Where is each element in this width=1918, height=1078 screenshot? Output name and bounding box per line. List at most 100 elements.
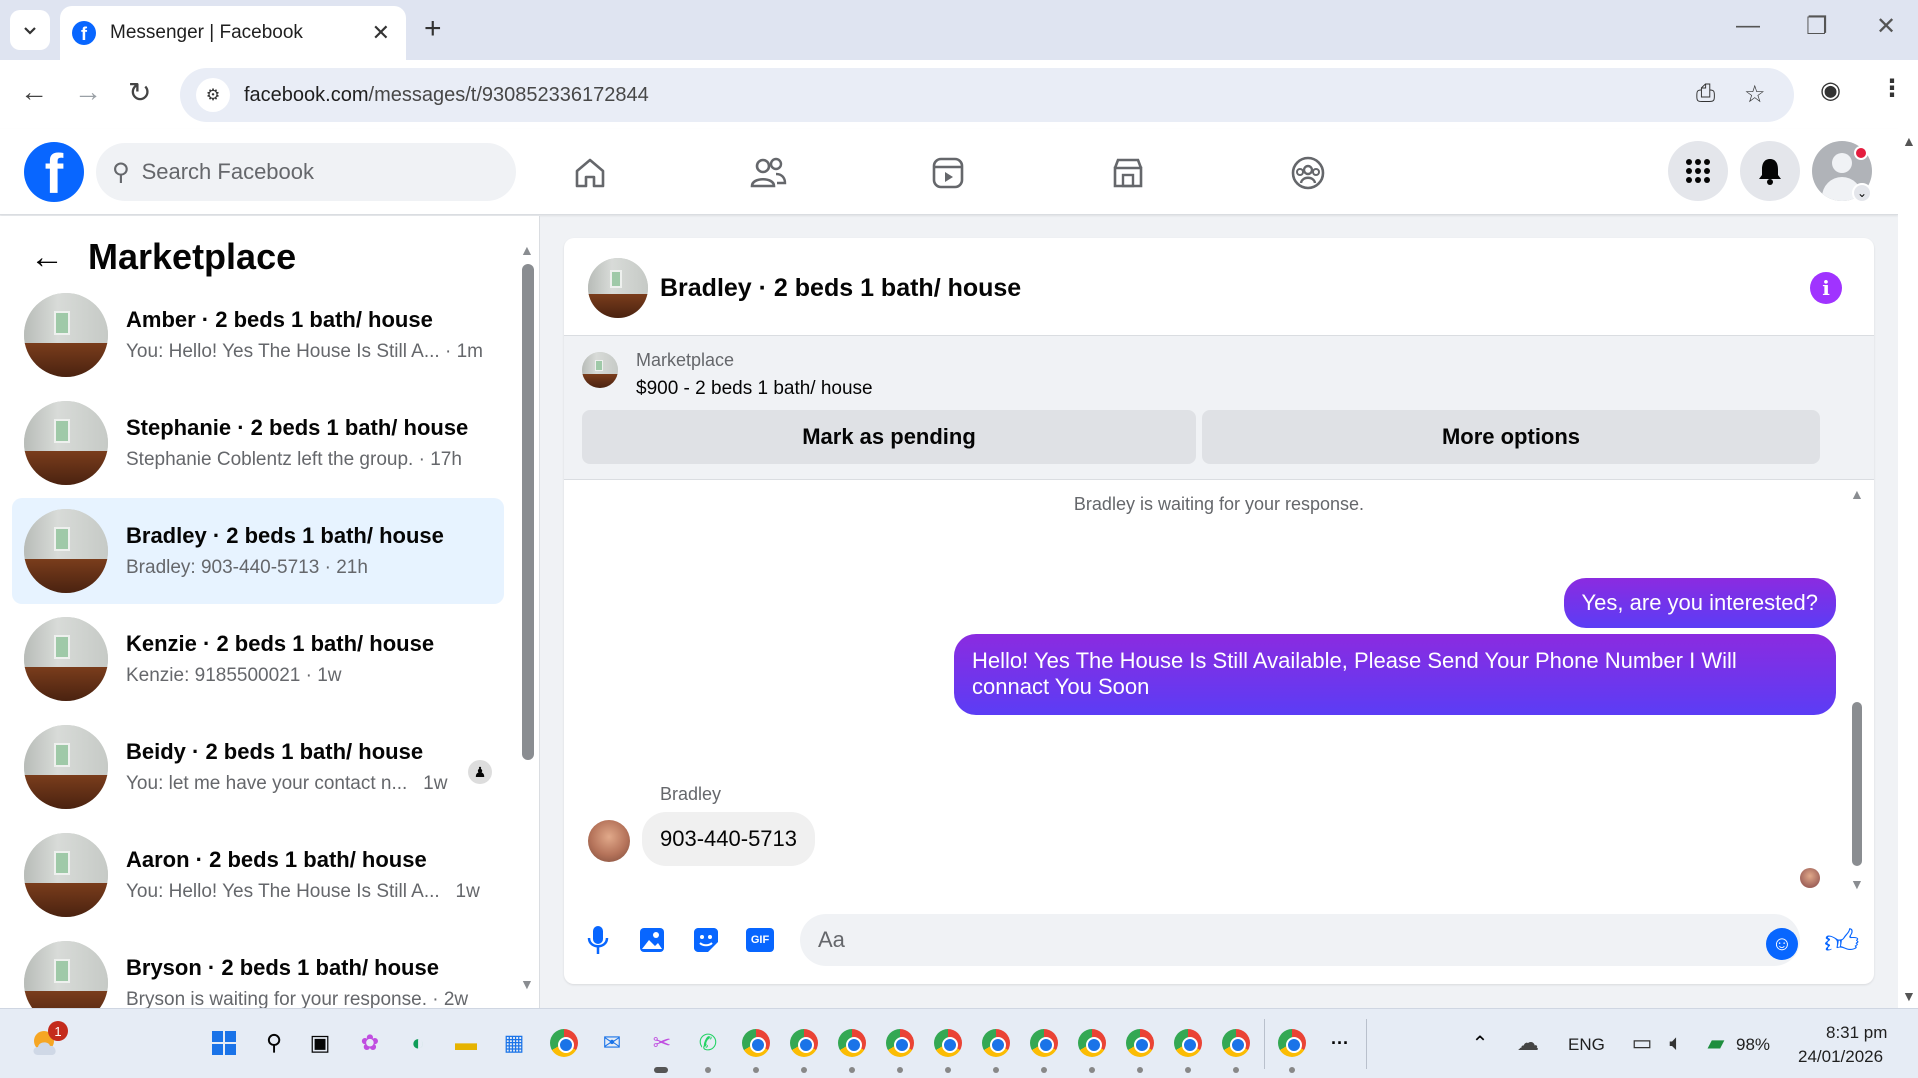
conversation-name: Bryson · 2 beds 1 bath/ house bbox=[126, 955, 439, 980]
network-icon[interactable]: ▭ bbox=[1626, 1027, 1658, 1059]
tab-close-icon[interactable]: ✕ bbox=[372, 20, 390, 46]
home-icon[interactable] bbox=[568, 151, 612, 195]
chevron-up-icon[interactable]: ⌃ bbox=[1464, 1027, 1496, 1059]
message-input[interactable]: Aa bbox=[800, 914, 1800, 966]
listing-thumbnail bbox=[24, 725, 108, 809]
page-scrollbar[interactable]: ▲ ▼ bbox=[1898, 129, 1918, 1008]
more-options-button[interactable]: More options bbox=[1202, 410, 1820, 464]
language-indicator[interactable]: ENG bbox=[1568, 1035, 1605, 1055]
back-arrow-icon[interactable]: ← bbox=[30, 238, 64, 277]
chrome-window-icon[interactable] bbox=[1076, 1027, 1108, 1059]
listing-price-title[interactable]: $900 - 2 beds 1 bath/ house bbox=[636, 378, 873, 400]
chrome-window-icon[interactable] bbox=[836, 1027, 868, 1059]
file-explorer-icon[interactable]: ▬ bbox=[450, 1027, 482, 1059]
chrome-window-icon[interactable] bbox=[1220, 1027, 1252, 1059]
site-info-icon[interactable]: ⚙ bbox=[196, 78, 230, 112]
emoji-icon[interactable]: ☺ bbox=[1766, 928, 1798, 960]
windows-taskbar: 1 ⚲ ▣ ✿ ◐ ▬ ▦ ✉ ✂ ✆ ··· ⌃ ☁ ENG ▭ 🔈︎ ▰ 9… bbox=[0, 1008, 1918, 1078]
chrome-window-icon[interactable] bbox=[932, 1027, 964, 1059]
profile-icon[interactable]: ◉ bbox=[1820, 76, 1841, 105]
chat-listing-avatar[interactable] bbox=[588, 258, 648, 318]
browser-tab[interactable]: f Messenger | Facebook ✕ bbox=[60, 6, 406, 60]
outlook-icon[interactable]: ✉ bbox=[596, 1027, 628, 1059]
sidebar-scrollbar[interactable]: ▲ ▼ bbox=[520, 242, 534, 994]
restore-button[interactable]: ❐ bbox=[1806, 12, 1828, 41]
close-window-button[interactable]: ✕ bbox=[1876, 12, 1896, 41]
bookmark-star-icon[interactable]: ☆ bbox=[1744, 80, 1766, 109]
chrome-window-icon[interactable] bbox=[884, 1027, 916, 1059]
chat-scrollbar[interactable]: ▲ ▼ bbox=[1850, 486, 1864, 896]
clock-time[interactable]: 8:31 pm bbox=[1826, 1023, 1887, 1043]
photo-icon[interactable] bbox=[636, 924, 668, 956]
listing-thumbnail bbox=[24, 509, 108, 593]
battery-icon[interactable]: ▰ bbox=[1700, 1027, 1732, 1059]
gif-icon[interactable]: GIF bbox=[744, 924, 776, 956]
scroll-up-icon[interactable]: ▲ bbox=[1902, 133, 1916, 149]
outgoing-message[interactable]: Yes, are you interested? bbox=[1563, 578, 1836, 628]
chrome-window-icon[interactable] bbox=[740, 1027, 772, 1059]
scroll-up-icon[interactable]: ▲ bbox=[1850, 486, 1864, 502]
groups-icon[interactable] bbox=[1286, 151, 1330, 195]
windows-start-icon[interactable] bbox=[208, 1027, 240, 1059]
facebook-logo-icon[interactable]: f bbox=[24, 142, 84, 202]
new-tab-button[interactable]: + bbox=[424, 12, 442, 46]
chrome-window-icon[interactable] bbox=[1172, 1027, 1204, 1059]
chrome-window-icon[interactable] bbox=[1124, 1027, 1156, 1059]
sticker-icon[interactable] bbox=[690, 924, 722, 956]
like-thumbs-up-icon[interactable]: 👍︎ bbox=[1824, 922, 1860, 963]
friends-icon[interactable] bbox=[746, 151, 790, 195]
scroll-up-icon[interactable]: ▲ bbox=[520, 242, 534, 258]
chrome-window-icon[interactable] bbox=[788, 1027, 820, 1059]
whatsapp-icon[interactable]: ✆ bbox=[692, 1027, 724, 1059]
menu-kebab-icon[interactable]: ⋮ bbox=[1880, 74, 1904, 103]
account-chevron-icon[interactable]: ⌄ bbox=[1852, 183, 1872, 203]
mark-as-pending-button[interactable]: Mark as pending bbox=[582, 410, 1196, 464]
microphone-icon[interactable] bbox=[582, 924, 614, 956]
chrome-window-icon[interactable] bbox=[980, 1027, 1012, 1059]
scroll-down-icon[interactable]: ▼ bbox=[520, 976, 534, 992]
conversation-item-active[interactable]: Bradley · 2 beds 1 bath/ house Bradley: … bbox=[12, 498, 504, 604]
incoming-message[interactable]: 903-440-5713 bbox=[642, 812, 816, 866]
back-icon[interactable]: ← bbox=[20, 76, 48, 108]
conversation-preview: You: let me have your contact n... 1w bbox=[126, 773, 447, 795]
conversation-item[interactable]: Stephanie · 2 beds 1 bath/ house Stephan… bbox=[12, 390, 504, 496]
install-app-icon[interactable]: ⎙ bbox=[1696, 80, 1715, 108]
sidebar-scroll-thumb[interactable] bbox=[522, 264, 534, 760]
chrome-window-icon[interactable] bbox=[1276, 1027, 1308, 1059]
search-input[interactable]: ⚲ Search Facebook bbox=[96, 143, 516, 201]
chat-scroll-thumb[interactable] bbox=[1852, 702, 1862, 866]
address-bar[interactable]: ⚙ facebook.com/messages/t/93085233617284… bbox=[180, 68, 1794, 122]
task-view-icon[interactable]: ▣ bbox=[304, 1027, 336, 1059]
video-icon[interactable] bbox=[926, 151, 970, 195]
store-icon[interactable]: ▦ bbox=[498, 1027, 530, 1059]
reload-icon[interactable]: ↻ bbox=[128, 76, 151, 109]
conversation-item[interactable]: Kenzie · 2 beds 1 bath/ house Kenzie: 91… bbox=[12, 606, 504, 712]
copilot-icon[interactable]: ✿ bbox=[354, 1027, 386, 1059]
notifications-bell-icon[interactable] bbox=[1740, 141, 1800, 201]
onedrive-cloud-icon[interactable]: ☁ bbox=[1512, 1027, 1544, 1059]
conversation-item[interactable]: Beidy · 2 beds 1 bath/ house You: let me… bbox=[12, 714, 504, 820]
volume-icon[interactable]: 🔈︎ bbox=[1660, 1027, 1692, 1059]
conversation-item[interactable]: Bryson · 2 beds 1 bath/ house Bryson is … bbox=[12, 930, 504, 1008]
scroll-down-icon[interactable]: ▼ bbox=[1902, 988, 1916, 1004]
conversation-item[interactable]: Aaron · 2 beds 1 bath/ house You: Hello!… bbox=[12, 822, 504, 928]
more-apps-button[interactable]: ··· bbox=[1324, 1027, 1356, 1059]
tab-search-dropdown[interactable] bbox=[10, 10, 50, 50]
forward-icon[interactable]: → bbox=[74, 76, 102, 108]
info-icon[interactable]: i bbox=[1810, 272, 1842, 304]
clock-date[interactable]: 24/01/2026 bbox=[1798, 1047, 1883, 1067]
edge-icon[interactable]: ◐ bbox=[402, 1027, 434, 1059]
conversation-item[interactable]: Amber · 2 beds 1 bath/ house You: Hello!… bbox=[12, 282, 504, 388]
chat-title[interactable]: Bradley · 2 beds 1 bath/ house bbox=[660, 274, 1021, 303]
search-icon[interactable]: ⚲ bbox=[258, 1027, 290, 1059]
sender-avatar[interactable] bbox=[588, 820, 630, 862]
outgoing-message[interactable]: Hello! Yes The House Is Still Available,… bbox=[954, 634, 1836, 715]
scroll-down-icon[interactable]: ▼ bbox=[1850, 876, 1864, 892]
minimize-button[interactable]: — bbox=[1736, 12, 1760, 40]
conversation-name: Beidy · 2 beds 1 bath/ house bbox=[126, 739, 424, 764]
marketplace-icon[interactable] bbox=[1106, 151, 1150, 195]
menu-grid-icon[interactable] bbox=[1668, 141, 1728, 201]
snipping-tool-icon[interactable]: ✂ bbox=[646, 1027, 678, 1059]
chrome-app-icon[interactable] bbox=[548, 1027, 580, 1059]
chrome-window-icon[interactable] bbox=[1028, 1027, 1060, 1059]
